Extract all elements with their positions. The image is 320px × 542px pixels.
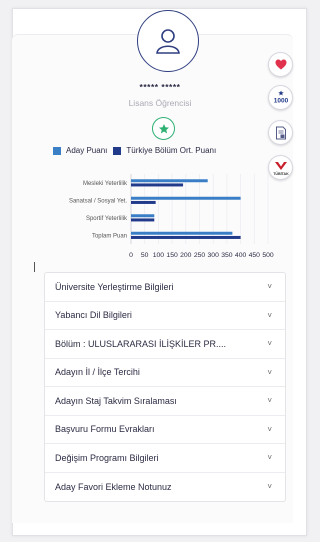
chevron-down-icon: ˅ <box>267 282 272 292</box>
chevron-down-icon: ˅ <box>267 424 272 434</box>
chart-x-tick-label: 150 <box>166 252 178 259</box>
legend-label-aday: Aday Puanı <box>66 146 108 155</box>
favorite-button[interactable] <box>268 52 293 77</box>
accordion-item[interactable]: Yabancı Dil Bilgileri ˅ <box>45 302 285 330</box>
chart-x-tick-label: 200 <box>180 252 192 259</box>
avatar <box>137 10 199 72</box>
accordion-item[interactable]: Değişim Programı Bilgileri ˅ <box>45 444 285 473</box>
chart-category-label: Toplam Puan <box>92 233 127 239</box>
score-bar-chart: 0 50 100 150 200 250 300 350 400 450 500 Mesleki Ye… <box>69 174 274 259</box>
info-accordion: Üniversite Yerleştirme Bilgileri ˅ Yabancı… <box>44 272 286 502</box>
rank-badge-button[interactable]: 1000 <box>268 85 293 110</box>
chart-legend: Aday Puanı Türkiye Bölüm Ort. Puanı <box>53 146 216 155</box>
accordion-item-label: Değişim Programı Bilgileri <box>55 452 159 463</box>
chart-x-tick-label: 300 <box>208 252 220 259</box>
legend-label-turkiye: Türkiye Bölüm Ort. Puanı <box>126 146 217 155</box>
chart-category-label: Sportif Yeterlilik <box>86 216 128 222</box>
chart-bar <box>131 214 155 218</box>
chart-x-tick-label: 100 <box>153 252 165 259</box>
accordion-item[interactable]: Üniversite Yerleştirme Bilgileri ˅ <box>45 273 285 302</box>
accordion-item[interactable]: Adayın Staj Takvim Sıralaması ˅ <box>45 387 285 416</box>
accordion-item-label: Adayın Staj Takvim Sıralaması <box>55 395 177 406</box>
accordion-item-label: Adayın İl / İlçe Tercihi <box>55 367 140 378</box>
chevron-down-icon: ˅ <box>267 396 272 406</box>
chevron-down-icon: ˅ <box>267 453 272 463</box>
user-icon <box>156 29 180 54</box>
star-button[interactable] <box>152 117 175 140</box>
accordion-item-label: Üniversite Yerleştirme Bilgileri <box>55 281 174 292</box>
chart-x-tick-label: 350 <box>221 252 233 259</box>
chart-bar <box>131 196 241 200</box>
chevron-down-icon: ˅ <box>267 482 272 492</box>
chart-bar <box>131 235 241 239</box>
chart-category-label: Sanatsal / Sosyal Yet. <box>69 198 127 204</box>
accordion-item[interactable]: Bölüm : ULUSLARARASI İLİŞKİLER PR.... ˅ <box>45 330 285 359</box>
chart-x-tick-label: 50 <box>141 252 149 259</box>
legend-swatch-aday <box>53 146 61 155</box>
heart-icon <box>275 59 286 70</box>
accordion-item[interactable]: Başvuru Formu Evrakları ˅ <box>45 416 285 444</box>
rank-badge-icon: 1000 <box>273 90 288 104</box>
chart-bar <box>131 179 208 183</box>
accordion-item-label: Aday Favori Ekleme Notunuz <box>55 481 172 492</box>
chart-x-tick-label: 500 <box>262 252 274 259</box>
chart-x-tick-label: 250 <box>194 252 206 259</box>
chart-category-label: Mesleki Yeterlilik <box>83 181 128 187</box>
chart-bar <box>131 218 155 222</box>
chart-bar <box>131 183 184 187</box>
chart-x-tick-label: 450 <box>249 252 261 259</box>
document-button[interactable] <box>268 120 293 145</box>
chart-x-tick-label: 0 <box>129 252 133 259</box>
chart-bar <box>131 200 156 204</box>
chevron-down-icon: ˅ <box>267 367 272 377</box>
rank-badge-text: 1000 <box>273 97 288 104</box>
star-icon <box>158 123 169 133</box>
chart-x-tick-label: 400 <box>235 252 247 259</box>
accordion-item-label: Bölüm : ULUSLARARASI İLİŞKİLER PR.... <box>55 338 227 349</box>
text-cursor-divider <box>34 262 35 272</box>
accordion-item[interactable]: Adayın İl / İlçe Tercihi ˅ <box>45 359 285 387</box>
chevron-down-icon: ˅ <box>267 310 272 320</box>
accordion-item[interactable]: Aday Favori Ekleme Notunuz ˅ <box>45 473 285 502</box>
accordion-item-label: Yabancı Dil Bilgileri <box>55 310 132 321</box>
accordion-item-label: Başvuru Formu Evrakları <box>55 424 155 435</box>
document-icon <box>275 126 286 139</box>
chart-bar <box>131 231 233 235</box>
legend-swatch-turkiye <box>113 146 122 155</box>
chevron-down-icon: ˅ <box>267 339 272 349</box>
